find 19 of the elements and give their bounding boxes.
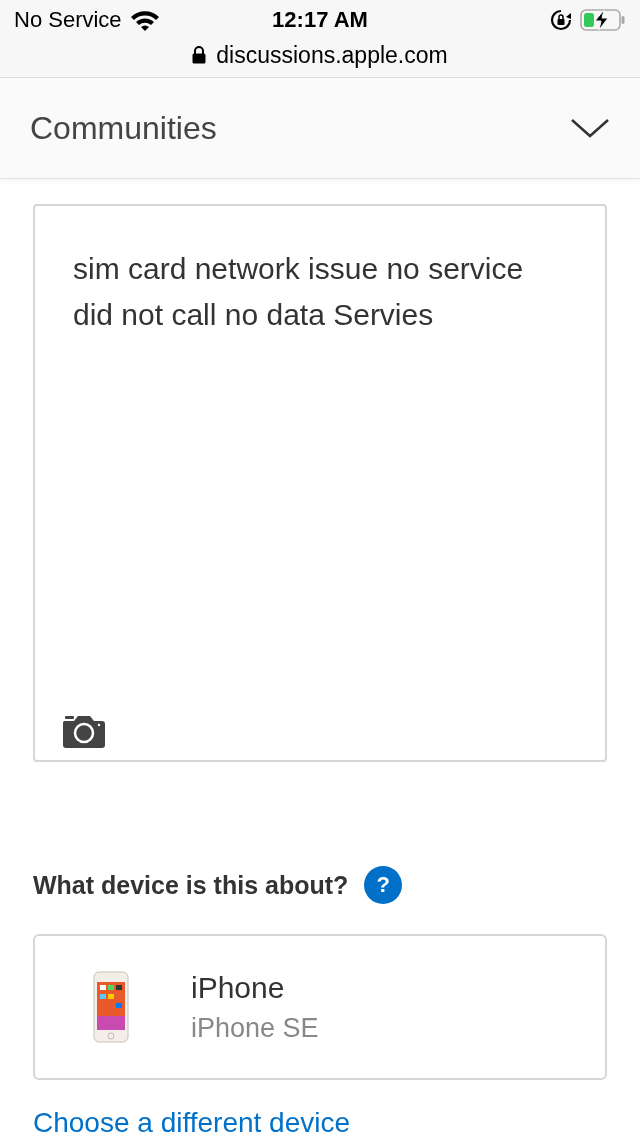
help-button[interactable]: ? [364,866,403,904]
wifi-icon [129,9,160,31]
clock-text: 12:17 AM [272,7,368,33]
rotation-lock-icon [550,9,572,31]
message-field[interactable]: sim card network issue no service did not call no data Servies [33,204,607,762]
camera-icon[interactable] [62,714,106,748]
url-text[interactable]: discussions.apple.com [216,41,448,69]
communities-header[interactable]: Communities [0,78,640,179]
device-question: What device is this about? [33,870,349,900]
battery-icon [580,8,626,32]
header-title: Communities [30,109,217,147]
carrier-text: No Service [14,7,122,33]
lock-icon [192,46,207,64]
phone-icon [93,971,129,1043]
choose-device-link[interactable]: Choose a different device [33,1108,351,1136]
device-name: iPhone [191,970,286,1005]
device-card[interactable]: iPhone iPhone SE [33,934,607,1080]
chevron-icon [570,117,610,139]
device-model: iPhone SE [191,1012,319,1044]
